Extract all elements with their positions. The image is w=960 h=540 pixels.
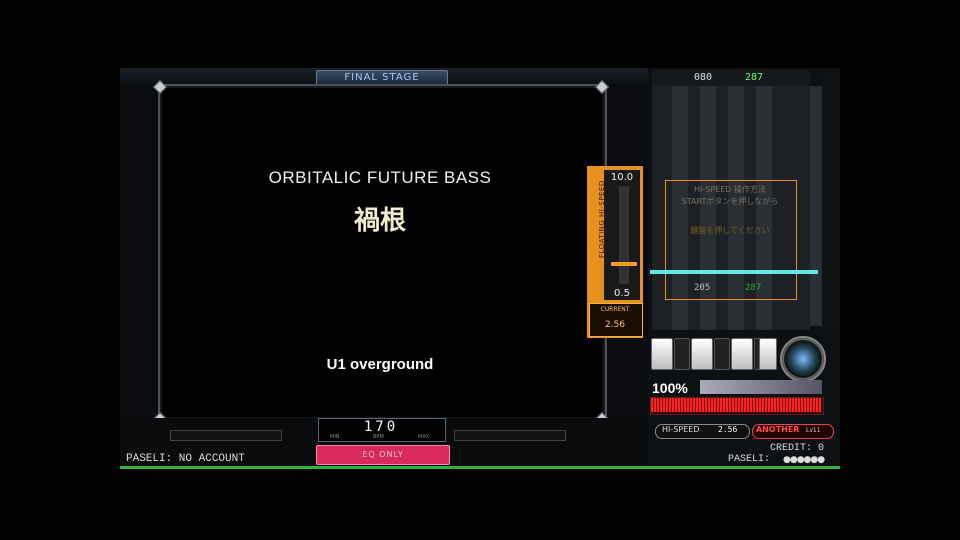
song-genre: ORBITALIC FUTURE BASS	[268, 168, 492, 187]
lane-number-a: 080	[694, 72, 713, 83]
floating-hispeed-max: 10.0	[610, 172, 634, 183]
credit-count: CREDIT: 0	[770, 443, 825, 454]
left-option-meter	[170, 430, 282, 441]
green-number-a: 205	[694, 283, 711, 293]
key-2[interactable]	[674, 338, 690, 370]
key-1[interactable]	[651, 338, 673, 370]
bpm-value: 170	[363, 419, 399, 435]
green-number-b: 287	[745, 283, 762, 293]
gauge-percent: 100%	[652, 380, 688, 396]
lane-number-b: 287	[745, 72, 764, 83]
paseli-status-left: PASELI: NO ACCOUNT	[126, 453, 245, 465]
groove-gauge-fill	[651, 398, 821, 412]
difficulty-label: ANOTHER	[756, 425, 800, 434]
difficulty-level: Lv11	[806, 427, 821, 434]
gauge-label-bar	[700, 380, 822, 394]
eq-only-button[interactable]: EQ ONLY	[316, 445, 450, 465]
lane-edge	[822, 70, 840, 330]
floating-hispeed-value: 2.56	[604, 320, 626, 330]
paseli-masked-balance: ●●●●●●	[783, 455, 825, 465]
hispeed-label: HI-SPEED	[662, 425, 700, 434]
hispeed-value: 2.56	[718, 425, 738, 434]
key-5[interactable]	[731, 338, 753, 370]
floating-hispeed-min: 0.5	[614, 288, 630, 299]
floating-hispeed-knob[interactable]	[611, 262, 637, 266]
right-option-meter	[454, 430, 566, 441]
song-artist: U1 overground	[326, 356, 434, 373]
floating-hispeed-sub-label: CURRENT	[600, 306, 630, 313]
floating-hispeed-label: FLOATING HI-SPEED	[598, 180, 606, 258]
key-3[interactable]	[691, 338, 713, 370]
song-title: 禍根	[353, 206, 406, 236]
floating-hispeed-track	[619, 186, 629, 284]
bpm-min-label: MIN	[330, 434, 340, 440]
key-7[interactable]	[759, 338, 777, 370]
paseli-status-right: PASELI:	[728, 454, 771, 465]
bpm-label: BPM	[373, 434, 384, 440]
hispeed-guide-line3: 鍵盤を押してください	[690, 226, 770, 235]
bpm-max-label: MAX	[418, 434, 430, 440]
turntable-icon[interactable]	[780, 336, 826, 382]
lane-side-strip	[810, 86, 822, 326]
judge-line	[650, 270, 818, 274]
lane-header	[652, 70, 810, 86]
hispeed-guide-line1: HI-SPEED 操作方法	[694, 185, 766, 194]
hispeed-guide-line2: STARTボタンを押しながら	[681, 197, 779, 206]
key-4[interactable]	[714, 338, 730, 370]
status-line	[120, 466, 840, 469]
